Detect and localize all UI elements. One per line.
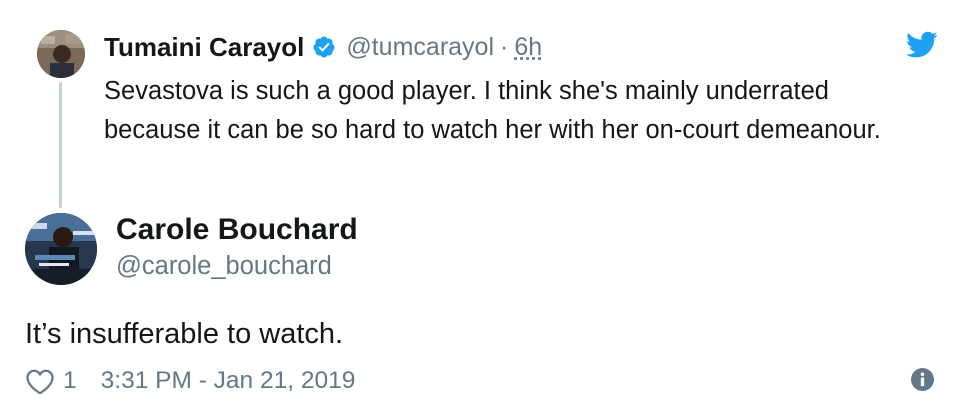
main-author-avatar[interactable]: [25, 213, 97, 285]
parent-author-handle[interactable]: @tumcarayol: [346, 33, 494, 62]
parent-avatar-image: [37, 30, 85, 78]
main-author-handle[interactable]: @carole_bouchard: [116, 250, 332, 282]
like-count[interactable]: 1: [63, 367, 77, 395]
main-author-name[interactable]: Carole Bouchard: [116, 212, 358, 248]
tweet-footer: 1 3:31 PM - Jan 21, 2019: [25, 366, 355, 396]
twitter-bird-icon[interactable]: [906, 31, 938, 59]
parent-tweet-time[interactable]: 6h: [514, 33, 542, 62]
info-icon[interactable]: [910, 367, 935, 392]
main-tweet-text: It’s insufferable to watch.: [25, 318, 344, 350]
parent-tweet-text: Sevastova is such a good player. I think…: [104, 77, 881, 144]
heart-icon[interactable]: [25, 367, 55, 395]
verified-badge-icon: [313, 36, 335, 58]
parent-tweet-header: Tumaini Carayol @tumcarayol · 6h: [104, 30, 542, 64]
thread-connector-line: [59, 82, 62, 208]
meta-separator: ·: [500, 32, 509, 61]
parent-author-avatar[interactable]: [37, 30, 85, 78]
main-avatar-image: [25, 213, 97, 285]
tweet-timestamp[interactable]: 3:31 PM - Jan 21, 2019: [101, 367, 356, 395]
parent-author-name[interactable]: Tumaini Carayol: [104, 32, 304, 63]
